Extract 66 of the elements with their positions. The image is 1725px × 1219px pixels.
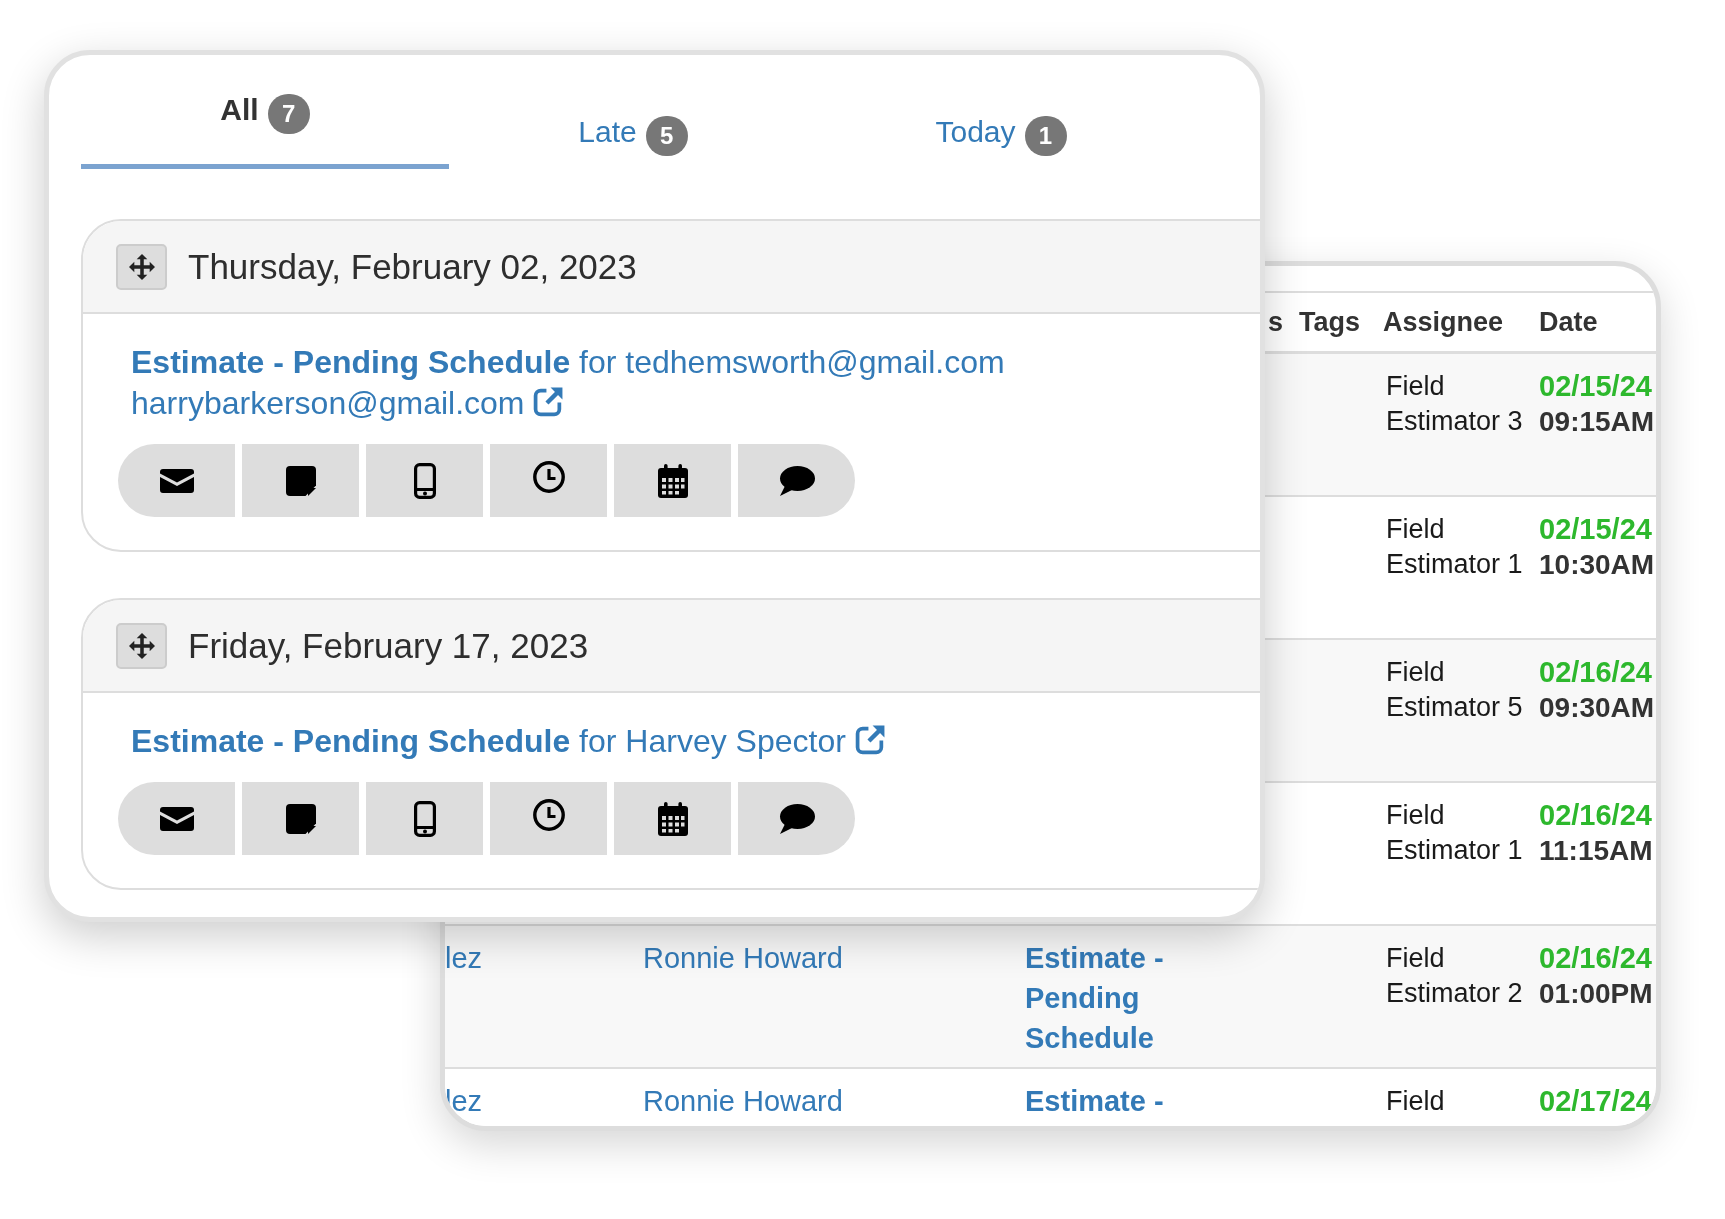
mobile-phone-icon [413, 462, 436, 499]
date-text: 02/16/24 [1539, 655, 1652, 690]
mobile-phone-icon [413, 800, 436, 837]
drag-handle-button[interactable] [116, 243, 167, 290]
date-heading: Friday, February 17, 2023 [188, 625, 589, 666]
envelope-button[interactable] [118, 444, 235, 517]
task-link[interactable]: Estimate - Pending Schedule [1025, 938, 1225, 1058]
time-text: 10:30AM [1539, 548, 1655, 582]
count-badge: 1 [1024, 116, 1067, 156]
tab[interactable]: Today 1 [817, 55, 1185, 169]
time-text: 09:30AM [1539, 691, 1655, 725]
date-text: 02/15/24 [1539, 369, 1652, 404]
task-link[interactable]: Estimate - Pending Schedule for Harvey Spector [131, 721, 886, 762]
move-icon [128, 632, 155, 659]
speech-bubble-icon [778, 465, 815, 496]
name-link[interactable]: Ronnie Howard [643, 938, 843, 978]
date-text: 02/15/24 [1539, 512, 1652, 547]
date-heading: Thursday, February 02, 2023 [188, 246, 637, 287]
phone-button[interactable] [366, 782, 483, 855]
assignee-text: Field Estimator 1 [1385, 799, 1524, 867]
calendar-icon [657, 463, 688, 498]
clock-button[interactable] [490, 782, 607, 855]
chat-button[interactable] [738, 782, 855, 855]
column-header: Tags [1299, 305, 1361, 339]
tab[interactable]: Late 5 [449, 55, 817, 169]
calendar-button[interactable] [614, 782, 731, 855]
tab[interactable]: All 7 [81, 55, 449, 169]
envelope-icon [159, 468, 194, 493]
envelope-icon [159, 806, 194, 831]
external-link-icon[interactable] [854, 724, 886, 755]
drag-handle-button[interactable] [116, 622, 167, 669]
assignee-text: Field Estimator 3 [1385, 370, 1524, 438]
sticky-note-icon [285, 465, 316, 496]
calendar-icon [657, 801, 688, 836]
phone-button[interactable] [366, 444, 483, 517]
external-link-icon[interactable] [533, 386, 565, 417]
column-header: Assignee [1383, 305, 1505, 339]
speech-bubble-icon [778, 803, 815, 834]
note-button[interactable] [242, 444, 359, 517]
column-header: s [1268, 305, 1285, 339]
date-text: 02/17/24 [1539, 1084, 1652, 1119]
assignee-text: Field [1385, 1085, 1445, 1118]
count-badge: 7 [267, 94, 310, 134]
name-link[interactable]: Ronnie Howard [643, 1081, 843, 1121]
date-text: 02/16/24 [1539, 798, 1652, 833]
date-text: 02/16/24 [1539, 941, 1652, 976]
task-link[interactable]: Estimate - Pending Schedule for tedhemsworth@gmail.com harrybarkerson@gmail.com [131, 342, 1031, 424]
note-button[interactable] [242, 782, 359, 855]
assignee-text: Field Estimator 2 [1385, 942, 1524, 1010]
time-text: 11:15AM [1539, 834, 1653, 868]
clock-icon [532, 798, 565, 831]
clock-icon [532, 460, 565, 493]
assignee-text: Field Estimator 1 [1385, 513, 1524, 581]
assignee-text: Field Estimator 5 [1385, 656, 1524, 724]
move-icon [128, 253, 155, 280]
sticky-note-icon [285, 803, 316, 834]
clock-button[interactable] [490, 444, 607, 517]
time-text: 09:15AM [1539, 405, 1655, 439]
column-header: Date [1539, 305, 1599, 339]
chat-button[interactable] [738, 444, 855, 517]
calendar-button[interactable] [614, 444, 731, 517]
time-text: 01:00PM [1539, 977, 1653, 1011]
task-link[interactable]: Estimate - [1025, 1081, 1164, 1121]
count-badge: 5 [645, 116, 688, 156]
envelope-button[interactable] [118, 782, 235, 855]
table-cell: lez [445, 942, 483, 974]
